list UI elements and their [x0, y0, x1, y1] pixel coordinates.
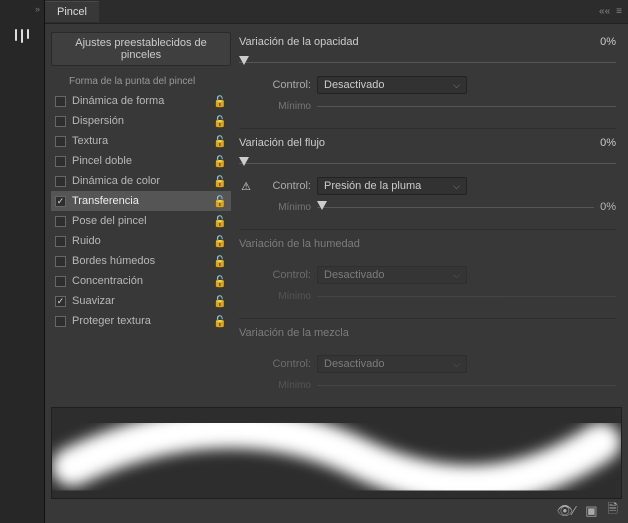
option-checkbox[interactable] [55, 156, 66, 167]
brush-options-sidebar: Ajustes preestablecidos de pinceles Form… [51, 32, 231, 403]
option-checkbox[interactable] [55, 276, 66, 287]
lock-icon[interactable]: 🔓 [213, 215, 227, 228]
flow-jitter-value[interactable]: 0% [566, 137, 616, 149]
lock-icon[interactable]: 🔓 [213, 235, 227, 248]
mix-control-select: Desactivado ⌵ [317, 355, 467, 373]
lock-icon[interactable]: 🔓 [213, 175, 227, 188]
option-checkbox[interactable] [55, 316, 66, 327]
flow-control-label: Control: [259, 180, 311, 192]
option-checkbox[interactable] [55, 96, 66, 107]
sidebar-option[interactable]: Dinámica de color 🔓 [51, 171, 231, 191]
brush-panel: Pincel «« ≡ Ajustes preestablecidos de p… [45, 0, 628, 523]
collapse-arrows-icon[interactable]: » [35, 0, 40, 18]
mix-jitter-block: Variación de la mezcla Control: Desactiv… [239, 323, 616, 395]
chevron-down-icon: ⌵ [453, 80, 460, 91]
option-label: Dinámica de forma [72, 95, 207, 107]
option-label: Concentración [72, 275, 207, 287]
flow-min-slider[interactable] [317, 200, 594, 214]
brush-tool-icon[interactable] [7, 22, 37, 52]
lock-icon[interactable]: 🔓 [213, 95, 227, 108]
sidebar-option[interactable]: Bordes húmedos 🔓 [51, 251, 231, 271]
wetness-jitter-block: Variación de la humedad Control: Desacti… [239, 234, 616, 306]
opacity-min-slider [317, 99, 616, 113]
mix-min-slider [317, 378, 616, 392]
mix-min-label: Mínimo [259, 380, 311, 391]
option-checkbox[interactable] [55, 256, 66, 267]
option-checkbox[interactable] [55, 296, 66, 307]
sidebar-option[interactable]: Pose del pincel 🔓 [51, 211, 231, 231]
mix-control-label: Control: [259, 358, 311, 370]
warning-icon: ⚠ [239, 180, 253, 193]
option-checkbox[interactable] [55, 116, 66, 127]
option-label: Transferencia [72, 195, 207, 207]
option-checkbox[interactable] [55, 216, 66, 227]
option-label: Bordes húmedos [72, 255, 207, 267]
new-brush-icon[interactable]: 🗎 [608, 500, 618, 522]
tab-bar: Pincel «« ≡ [45, 0, 628, 24]
option-label: Pose del pincel [72, 215, 207, 227]
sidebar-option[interactable]: Proteger textura 🔓 [51, 311, 231, 331]
opacity-min-label: Mínimo [259, 101, 311, 112]
lock-icon[interactable]: 🔓 [213, 155, 227, 168]
option-checkbox[interactable] [55, 176, 66, 187]
option-label: Ruido [72, 235, 207, 247]
opacity-jitter-block: Variación de la opacidad 0% Control: Des… [239, 32, 616, 116]
sidebar-option[interactable]: Dispersión 🔓 [51, 111, 231, 131]
lock-icon[interactable]: 🔓 [213, 275, 227, 288]
wetness-control-label: Control: [259, 269, 311, 281]
lock-icon[interactable]: 🔓 [213, 255, 227, 268]
mix-jitter-label: Variación de la mezcla [239, 327, 616, 339]
transfer-settings: Variación de la opacidad 0% Control: Des… [239, 32, 622, 403]
sidebar-option[interactable]: Dinámica de forma 🔓 [51, 91, 231, 111]
tool-sidebar: » [0, 0, 45, 523]
option-label: Proteger textura [72, 315, 207, 327]
option-label: Textura [72, 135, 207, 147]
lock-icon[interactable]: 🔓 [213, 135, 227, 148]
flow-jitter-label: Variación del flujo [239, 137, 560, 149]
tab-pincel[interactable]: Pincel [45, 1, 99, 22]
flow-jitter-block: Variación del flujo 0% ⚠ Control: Presió… [239, 133, 616, 217]
panel-footer: 👁⁄ ▣ 🗎 [45, 499, 628, 523]
flow-min-label: Mínimo [259, 202, 311, 213]
opacity-jitter-label: Variación de la opacidad [239, 36, 560, 48]
panel-menu-icon[interactable]: ≡ [616, 6, 622, 17]
wetness-jitter-label: Variación de la humedad [239, 238, 616, 250]
sidebar-option[interactable]: Concentración 🔓 [51, 271, 231, 291]
option-checkbox[interactable] [55, 236, 66, 247]
sidebar-option[interactable]: Suavizar 🔓 [51, 291, 231, 311]
collapse-icon[interactable]: «« [599, 6, 610, 17]
brush-presets-button[interactable]: Ajustes preestablecidos de pinceles [51, 32, 231, 66]
chevron-down-icon: ⌵ [453, 359, 460, 370]
flow-control-select[interactable]: Presión de la pluma ⌵ [317, 177, 467, 195]
wetness-min-label: Mínimo [259, 291, 311, 302]
option-label: Dispersión [72, 115, 207, 127]
option-label: Dinámica de color [72, 175, 207, 187]
sidebar-option[interactable]: Ruido 🔓 [51, 231, 231, 251]
create-preset-icon[interactable]: ▣ [585, 503, 597, 519]
sidebar-option[interactable]: Transferencia 🔓 [51, 191, 231, 211]
option-label: Suavizar [72, 295, 207, 307]
toggle-preview-icon[interactable]: 👁⁄ [557, 503, 576, 519]
sidebar-option[interactable]: Pincel doble 🔓 [51, 151, 231, 171]
opacity-jitter-slider[interactable] [239, 54, 616, 70]
brush-stroke-preview [51, 407, 622, 499]
lock-icon[interactable]: 🔓 [213, 195, 227, 208]
lock-icon[interactable]: 🔓 [213, 295, 227, 308]
wetness-control-select: Desactivado ⌵ [317, 266, 467, 284]
wetness-min-slider [317, 289, 616, 303]
option-label: Pincel doble [72, 155, 207, 167]
chevron-down-icon: ⌵ [453, 181, 460, 192]
option-checkbox[interactable] [55, 136, 66, 147]
lock-icon[interactable]: 🔓 [213, 315, 227, 328]
flow-jitter-slider[interactable] [239, 155, 616, 171]
opacity-control-label: Control: [259, 79, 311, 91]
brush-tip-shape-label: Forma de la punta del pincel [51, 74, 231, 91]
flow-min-value[interactable]: 0% [600, 201, 616, 213]
opacity-jitter-value[interactable]: 0% [566, 36, 616, 48]
option-checkbox[interactable] [55, 196, 66, 207]
sidebar-option[interactable]: Textura 🔓 [51, 131, 231, 151]
opacity-control-select[interactable]: Desactivado ⌵ [317, 76, 467, 94]
lock-icon[interactable]: 🔓 [213, 115, 227, 128]
chevron-down-icon: ⌵ [453, 270, 460, 281]
